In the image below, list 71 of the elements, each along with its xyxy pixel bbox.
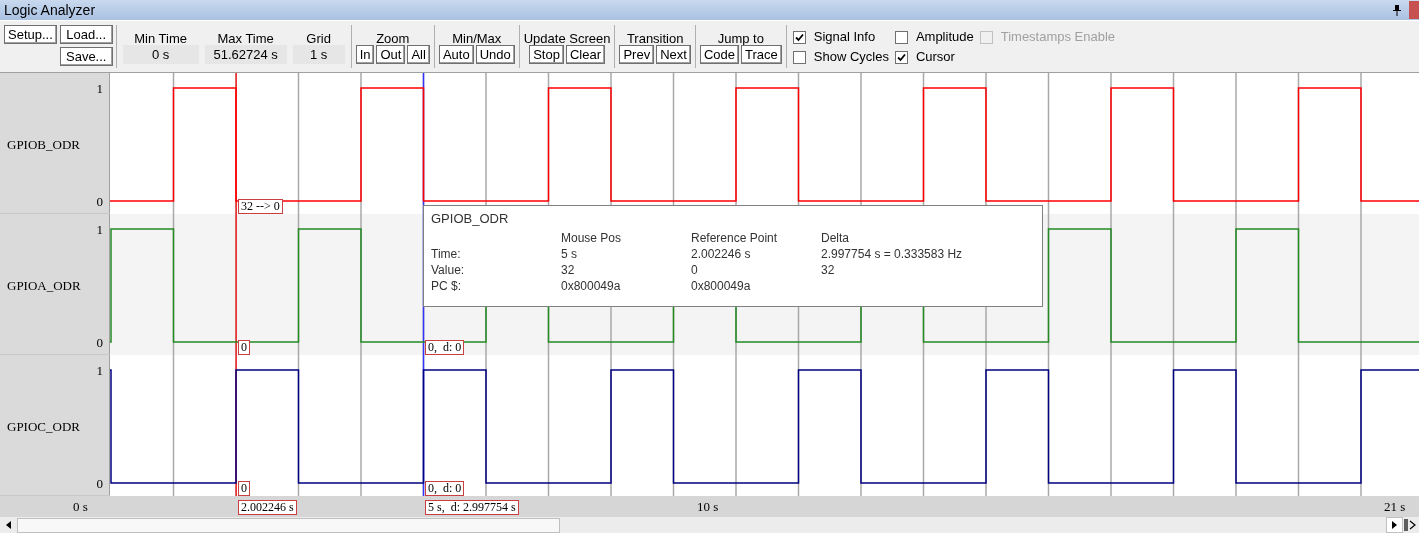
- toolbar-button[interactable]: Load...: [59, 25, 113, 44]
- signal-name[interactable]: GPIOB_ODR: [7, 135, 80, 155]
- right-arrow-icon: [1392, 521, 1397, 529]
- tooltip-value: 32: [561, 262, 576, 279]
- signal-name[interactable]: GPIOA_ODR: [7, 276, 81, 296]
- reference-time-marker: 2.002246 s: [238, 500, 297, 516]
- cursor-time-marker: 5 s, d: 2.997754 s: [425, 500, 519, 516]
- readout-label: Max Time: [217, 30, 274, 45]
- axis-label: 21 s: [1384, 498, 1406, 517]
- tooltip-column-header: Delta: [821, 230, 850, 247]
- tooltip-value: 0: [691, 262, 699, 279]
- toolbar-button[interactable]: Next: [656, 45, 691, 64]
- readout-label: Min Time: [134, 30, 187, 45]
- toolbar-button[interactable]: All: [407, 45, 430, 64]
- toolbar-button[interactable]: Undo: [475, 45, 515, 64]
- check-icon: [896, 52, 906, 62]
- toolbar-button[interactable]: Save...: [59, 47, 113, 66]
- group-label: Jump to: [717, 30, 764, 45]
- tooltip-value: 32: [821, 262, 836, 279]
- tooltip-value: 2.002246 s: [691, 246, 752, 263]
- reference-marker: 32 --> 0: [238, 199, 283, 215]
- toolbar-button[interactable]: Auto: [438, 45, 474, 64]
- tooltip-row-label: PC $:: [431, 278, 462, 295]
- tooltip-value: 2.997754 s = 0.333583 Hz: [821, 246, 964, 263]
- toolbar-button[interactable]: In: [355, 45, 375, 64]
- tooltip-column-header: Mouse Pos: [561, 230, 623, 247]
- tooltip-row-label: Value:: [431, 262, 466, 279]
- tooltip-value: 5 s: [561, 246, 578, 263]
- readout-value: 0 s: [122, 45, 199, 64]
- signal-name[interactable]: GPIOC_ODR: [7, 417, 80, 437]
- cursor-marker: 0, d: 0: [425, 340, 465, 356]
- reference-marker: 0: [238, 481, 250, 497]
- toolbar-button[interactable]: Stop: [529, 45, 564, 64]
- scroll-end-icon[interactable]: [1404, 519, 1418, 531]
- checkbox[interactable]: Amplitude: [894, 29, 974, 45]
- high-level-label: 1: [96, 80, 103, 99]
- tooltip-title: GPIOB_ODR: [431, 211, 510, 228]
- tooltip-row-label: Time:: [431, 246, 462, 263]
- readout-label: Grid: [306, 30, 331, 45]
- toolbar-button[interactable]: Clear: [565, 45, 605, 64]
- check-icon: [794, 32, 804, 42]
- tooltip-column-header: Reference Point: [691, 230, 779, 247]
- high-level-label: 1: [96, 362, 103, 381]
- readout-value: 1 s: [292, 45, 345, 64]
- cursor-marker: 0, d: 0: [425, 481, 465, 497]
- axis-label: 10 s: [697, 498, 719, 517]
- axis-label: 0 s: [73, 498, 88, 517]
- checkbox[interactable]: Cursor: [894, 49, 974, 65]
- left-arrow-icon: [6, 521, 11, 529]
- reference-marker: 0: [238, 340, 250, 356]
- high-level-label: 1: [96, 221, 103, 240]
- readout-value: 51.62724 s: [204, 45, 287, 64]
- tooltip-value: 0x800049a: [561, 278, 622, 295]
- low-level-label: 0: [96, 193, 103, 212]
- tooltip-value: 0x800049a: [691, 278, 752, 295]
- low-level-label: 0: [96, 475, 103, 494]
- toolbar-button[interactable]: Trace: [741, 45, 782, 64]
- group-label: Transition: [626, 30, 684, 45]
- toolbar-button[interactable]: Out: [376, 45, 406, 64]
- scroll-right-button[interactable]: [1386, 517, 1403, 533]
- toolbar-button[interactable]: Setup...: [4, 25, 57, 44]
- toolbar-button[interactable]: Prev: [619, 45, 655, 64]
- window-title: Logic Analyzer: [4, 0, 96, 20]
- low-level-label: 0: [96, 334, 103, 353]
- group-label: Update Screen: [523, 30, 611, 45]
- toolbar-button[interactable]: Code: [699, 45, 739, 64]
- checkbox[interactable]: Show Cycles: [792, 49, 889, 65]
- checkbox[interactable]: Signal Info: [792, 29, 889, 45]
- group-label: Zoom: [376, 30, 410, 45]
- group-label: Min/Max: [452, 30, 502, 45]
- pin-icon[interactable]: [1393, 4, 1401, 16]
